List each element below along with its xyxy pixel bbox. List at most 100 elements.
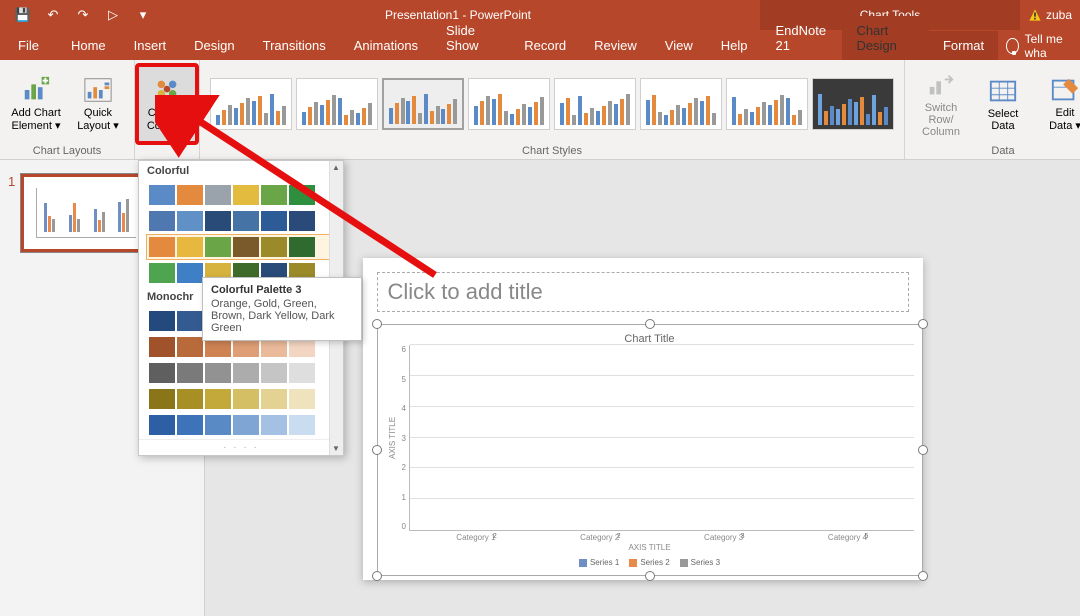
change-colors-icon: [151, 75, 183, 105]
change-colors-dropdown[interactable]: ▲▼ Colorful Monochr · · · · Colorful Pal…: [138, 160, 344, 456]
color-swatch: [149, 337, 175, 357]
ribbon-tabs: File Home Insert Design Transitions Anim…: [0, 30, 1080, 60]
tab-help[interactable]: Help: [707, 31, 762, 60]
color-swatch: [233, 211, 259, 231]
dropdown-resize-grip[interactable]: · · · ·: [139, 439, 343, 455]
redo-button[interactable]: ↷: [70, 3, 96, 27]
color-swatch: [205, 415, 231, 435]
tab-chart-design[interactable]: Chart Design: [842, 16, 929, 60]
edit-data-button[interactable]: Edit Data ▾: [1035, 65, 1080, 143]
tab-transitions[interactable]: Transitions: [249, 31, 340, 60]
warning-icon: [1028, 8, 1042, 22]
x-axis-title[interactable]: AXIS TITLE: [386, 543, 914, 552]
chart-style-option-1[interactable]: [210, 78, 292, 130]
chart-style-option-2[interactable]: [296, 78, 378, 130]
color-swatch: [205, 389, 231, 409]
tab-endnote[interactable]: EndNote 21: [761, 16, 842, 60]
chart-object[interactable]: Chart Title AXIS TITLE 6543210 4.32.42Ca…: [377, 324, 923, 576]
tab-animations[interactable]: Animations: [340, 31, 432, 60]
resize-handle[interactable]: [372, 319, 382, 329]
resize-handle[interactable]: [372, 445, 382, 455]
quick-layout-icon: [82, 75, 114, 105]
tooltip-description: Orange, Gold, Green, Brown, Dark Yellow,…: [211, 298, 335, 334]
resize-handle[interactable]: [918, 445, 928, 455]
select-data-icon: [987, 76, 1019, 106]
resize-handle[interactable]: [372, 571, 382, 581]
color-palette-row[interactable]: [147, 413, 335, 437]
color-swatch: [261, 363, 287, 383]
color-swatch: [289, 389, 315, 409]
color-palette-tooltip: Colorful Palette 3 Orange, Gold, Green, …: [202, 277, 362, 341]
color-swatch: [205, 363, 231, 383]
qat-customize-button[interactable]: ▾: [130, 3, 156, 27]
color-swatch: [177, 211, 203, 231]
chart-style-option-4[interactable]: [468, 78, 550, 130]
color-palette-row[interactable]: [147, 361, 335, 385]
chart-style-option-8[interactable]: [812, 78, 894, 130]
resize-handle[interactable]: [645, 319, 655, 329]
tab-format[interactable]: Format: [929, 31, 998, 60]
color-palette-row[interactable]: [147, 387, 335, 411]
undo-button[interactable]: ↶: [40, 3, 66, 27]
chart-style-option-5[interactable]: [554, 78, 636, 130]
tab-design[interactable]: Design: [180, 31, 248, 60]
chart-styles-gallery[interactable]: [206, 74, 898, 134]
chart-style-option-3[interactable]: [382, 78, 464, 130]
color-palette-row[interactable]: [147, 235, 335, 259]
color-swatch: [149, 211, 175, 231]
group-chart-styles: Chart Styles: [200, 60, 905, 159]
color-palette-row[interactable]: [147, 209, 335, 233]
resize-handle[interactable]: [918, 571, 928, 581]
color-swatch: [261, 237, 287, 257]
color-swatch: [233, 415, 259, 435]
chart-style-option-7[interactable]: [726, 78, 808, 130]
color-swatch: [177, 263, 203, 283]
color-palette-row[interactable]: [147, 183, 335, 207]
chart-plot-area[interactable]: 4.32.42Category 12.54.42Category 23.51.8…: [409, 345, 914, 531]
tab-review[interactable]: Review: [580, 31, 651, 60]
color-swatch: [261, 415, 287, 435]
y-axis-ticks: 6543210: [399, 345, 409, 531]
resize-handle[interactable]: [918, 319, 928, 329]
user-name: zuba: [1046, 8, 1072, 22]
color-swatch: [177, 237, 203, 257]
y-axis-title[interactable]: AXIS TITLE: [386, 345, 399, 531]
edit-data-icon: [1049, 75, 1080, 105]
add-chart-element-button[interactable]: Add Chart Element ▾: [6, 65, 66, 143]
color-swatch: [149, 185, 175, 205]
group-label-data: Data: [991, 143, 1014, 159]
slide-preview: [21, 174, 151, 252]
color-swatch: [177, 337, 203, 357]
select-data-button[interactable]: Select Data: [973, 65, 1033, 143]
tab-view[interactable]: View: [651, 31, 707, 60]
tab-home[interactable]: Home: [57, 31, 120, 60]
user-account[interactable]: zuba: [1020, 8, 1080, 22]
tab-slideshow[interactable]: Slide Show: [432, 16, 510, 60]
tab-record[interactable]: Record: [510, 31, 580, 60]
slide-canvas[interactable]: Click to add title Chart Title AXIS TITL…: [363, 258, 923, 580]
group-label-styles: Chart Styles: [522, 143, 582, 159]
save-button[interactable]: 💾: [10, 3, 36, 27]
resize-handle[interactable]: [645, 571, 655, 581]
color-swatch: [233, 185, 259, 205]
color-swatch: [289, 185, 315, 205]
start-from-beginning-button[interactable]: ▷: [100, 3, 126, 27]
color-swatch: [233, 363, 259, 383]
tab-insert[interactable]: Insert: [120, 31, 181, 60]
color-swatch: [149, 415, 175, 435]
quick-layout-button[interactable]: Quick Layout ▾: [68, 65, 128, 143]
color-swatch: [177, 415, 203, 435]
tab-file[interactable]: File: [0, 31, 57, 60]
color-swatch: [177, 363, 203, 383]
tell-me-search[interactable]: Tell me wha: [998, 32, 1080, 60]
color-swatch: [289, 363, 315, 383]
chart-style-option-6[interactable]: [640, 78, 722, 130]
color-swatch: [289, 211, 315, 231]
tooltip-title: Colorful Palette 3: [211, 284, 353, 296]
chart-legend[interactable]: Series 1Series 2Series 3: [386, 558, 914, 567]
color-swatch: [149, 363, 175, 383]
color-swatch: [205, 237, 231, 257]
change-colors-button[interactable]: Change Colors ▾: [137, 65, 197, 143]
title-placeholder[interactable]: Click to add title: [377, 272, 909, 312]
color-swatch: [205, 211, 231, 231]
